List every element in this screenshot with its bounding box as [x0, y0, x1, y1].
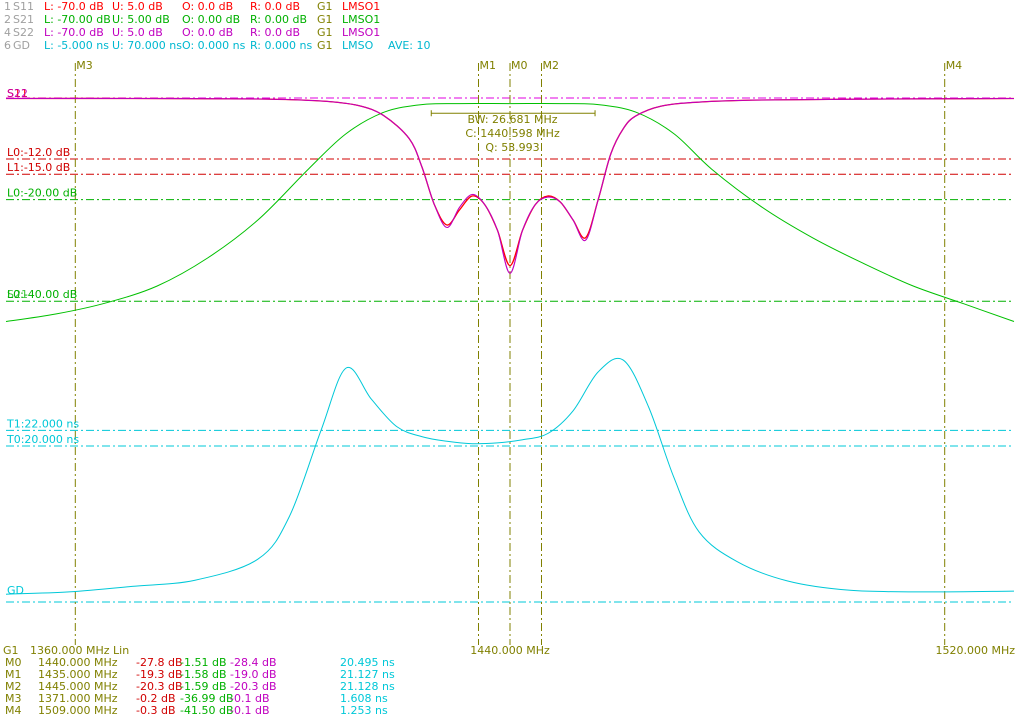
- overlap-label: S21: [7, 288, 28, 301]
- marker-label: M1: [480, 59, 497, 72]
- marker-table: M0 1440.000 MHz -27.8 dB -1.51 dB -28.4 dB 20…: [0, 654, 1020, 726]
- marker-s11: -0.3 dB: [136, 704, 176, 717]
- marker-name: M4: [5, 704, 22, 717]
- plot-labels: L0:-12.0 dBL1:-15.0 dBL0:-20.00 dBL0:-40…: [6, 87, 79, 597]
- limit-label: L0:-20.00 dB: [7, 187, 77, 200]
- marker-label: M0: [511, 59, 528, 72]
- limit-label: L0:-12.0 dB: [7, 146, 70, 159]
- marker-label: M3: [76, 59, 93, 72]
- bw-center: C: 1440.598 MHz: [465, 127, 560, 140]
- bw-value: BW: 26.681 MHz: [467, 113, 557, 126]
- marker-s21: -41.50 dB: [180, 704, 234, 717]
- ref-label-gd: GD: [7, 584, 24, 597]
- marker-s22: -0.1 dB: [230, 704, 270, 717]
- marker-label: M2: [543, 59, 560, 72]
- marker-freq: 1509.000 MHz: [38, 704, 118, 717]
- marker-label: M4: [946, 59, 963, 72]
- trace-gd: [5, 357, 1015, 595]
- vna-plot: M3 M1 M0 M2 M4 L0:-12.0 dB L1:-15.0 dB L0:-20.…: [3, 59, 1015, 657]
- limit-lines: [6, 97, 1014, 603]
- bandwidth-box: BW: 26.681 MHzC: 1440.598 MHzQ: 53.993: [430, 110, 596, 154]
- limit-label: T0:20.000 ns: [6, 433, 79, 446]
- bw-q: Q: 53.993: [485, 141, 539, 154]
- limit-label: L1:-15.0 dB: [7, 161, 70, 174]
- marker-gd: 1.253 ns: [340, 704, 388, 717]
- limit-label: T1:22.000 ns: [6, 417, 79, 430]
- ref-label-s22: S22: [7, 87, 28, 100]
